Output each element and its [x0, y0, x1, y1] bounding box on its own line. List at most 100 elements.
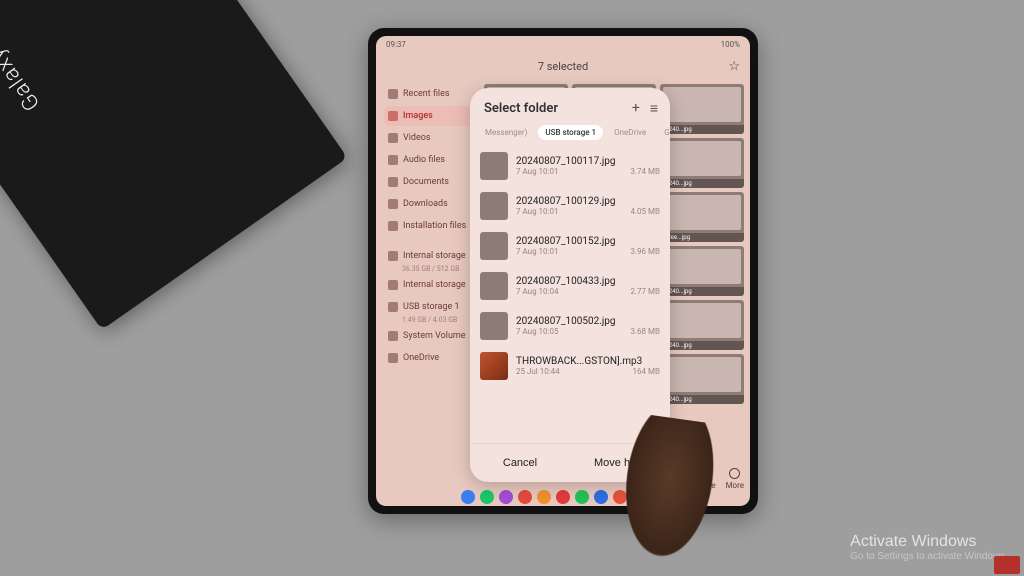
- storage-chip[interactable]: Google: [657, 125, 670, 140]
- status-bar: 09:37 100%: [376, 36, 750, 52]
- sidebar-item-label: Recent files: [403, 89, 450, 99]
- file-date: 7 Aug 10:05: [516, 327, 558, 336]
- download-icon: [388, 199, 398, 209]
- storage-chips: Messenger) USB storage 1 OneDrive Google: [470, 125, 670, 146]
- file-name: 20240807_100129.jpg: [516, 196, 660, 207]
- file-name: 20240807_100117.jpg: [516, 156, 660, 167]
- image-thumbnail[interactable]: 20240...jpg: [660, 84, 744, 134]
- file-name: 20240807_100502.jpg: [516, 316, 660, 327]
- file-name: 20240807_100433.jpg: [516, 276, 660, 287]
- sidebar-item-videos[interactable]: Videos: [384, 128, 480, 148]
- storage-label: USB storage 1: [403, 302, 460, 312]
- product-box: Galaxy Z Fold6: [0, 0, 348, 330]
- image-thumbnail[interactable]: 20240...jpg: [660, 354, 744, 404]
- sidebar-item-label: Videos: [403, 133, 431, 143]
- sidebar-item-installation-files[interactable]: Installation files: [384, 216, 480, 236]
- file-size: 3.96 MB: [630, 247, 660, 256]
- storage-label: Internal storage: [403, 251, 466, 261]
- apk-icon: [388, 221, 398, 231]
- dock-app[interactable]: [499, 490, 513, 504]
- image-thumbnail[interactable]: 20240...jpg: [660, 246, 744, 296]
- sidebar-item-label: Images: [403, 111, 433, 121]
- file-size: 3.74 MB: [630, 167, 660, 176]
- clock-icon: [388, 89, 398, 99]
- sidebar-item-documents[interactable]: Documents: [384, 172, 480, 192]
- file-name: 20240807_100152.jpg: [516, 236, 660, 247]
- file-size: 4.05 MB: [630, 207, 660, 216]
- product-box-label: Galaxy Z Fold6: [0, 0, 45, 115]
- sidebar-item-label: Audio files: [403, 155, 445, 165]
- watermark-title: Activate Windows: [850, 533, 1008, 551]
- thumbnail-caption: 20240...jpg: [660, 179, 744, 188]
- storage-label: OneDrive: [403, 353, 439, 363]
- status-time: 09:37: [386, 40, 406, 49]
- file-row[interactable]: 20240807_100129.jpg7 Aug 10:014.05 MB: [478, 186, 662, 226]
- document-icon: [388, 177, 398, 187]
- selection-header: 7 selected ☆: [376, 52, 750, 80]
- thumbnail-caption: 20240...jpg: [660, 125, 744, 134]
- storage-label: System Volume: [403, 331, 466, 341]
- dock-app[interactable]: [537, 490, 551, 504]
- cancel-button[interactable]: Cancel: [470, 444, 570, 482]
- storage-chip[interactable]: Messenger): [478, 125, 534, 140]
- thumbnail-caption: Scree...jpg: [660, 233, 744, 242]
- file-date: 25 Jul 10:44: [516, 367, 560, 376]
- file-row[interactable]: 20240807_100117.jpg7 Aug 10:013.74 MB: [478, 146, 662, 186]
- sidebar-item-label: Downloads: [403, 199, 448, 209]
- file-thumb: [480, 232, 508, 260]
- storage-item[interactable]: Internal storage: [384, 246, 480, 266]
- file-thumb: [480, 152, 508, 180]
- corner-tag: [994, 556, 1020, 574]
- image-thumbnail[interactable]: 20240...jpg: [660, 300, 744, 350]
- storage-item[interactable]: OneDrive: [384, 348, 480, 368]
- image-thumbnail[interactable]: Scree...jpg: [660, 192, 744, 242]
- dock-app[interactable]: [556, 490, 570, 504]
- favorite-icon[interactable]: ☆: [728, 59, 740, 74]
- dock-app[interactable]: [575, 490, 589, 504]
- watermark-sub: Go to Settings to activate Windows.: [850, 551, 1008, 562]
- storage-item[interactable]: USB storage 1: [384, 297, 480, 317]
- file-date: 7 Aug 10:04: [516, 287, 558, 296]
- status-battery: 100%: [721, 40, 740, 49]
- file-size: 164 MB: [633, 367, 660, 376]
- selection-count: 7 selected: [538, 60, 588, 73]
- storage-chip[interactable]: USB storage 1: [538, 125, 603, 140]
- storage-icon: [388, 331, 398, 341]
- file-thumb: [480, 192, 508, 220]
- image-thumbnail[interactable]: 20240...jpg: [660, 138, 744, 188]
- dock-app[interactable]: [461, 490, 475, 504]
- file-thumb: [480, 272, 508, 300]
- file-thumb: [480, 352, 508, 380]
- sidebar-item-images[interactable]: Images: [384, 106, 480, 126]
- storage-item[interactable]: System Volume: [384, 326, 480, 346]
- thumbnail-caption: 20240...jpg: [660, 341, 744, 350]
- audio-icon: [388, 155, 398, 165]
- file-list: 20240807_100117.jpg7 Aug 10:013.74 MB202…: [470, 146, 670, 443]
- file-row[interactable]: THROWBACK...GSTON].mp325 Jul 10:44164 MB: [478, 346, 662, 386]
- sidebar-item-downloads[interactable]: Downloads: [384, 194, 480, 214]
- sidebar-item-label: Installation files: [403, 221, 466, 231]
- sidebar-item-recent-files[interactable]: Recent files: [384, 84, 480, 104]
- file-date: 7 Aug 10:01: [516, 247, 558, 256]
- sidebar-item-audio-files[interactable]: Audio files: [384, 150, 480, 170]
- file-row[interactable]: 20240807_100152.jpg7 Aug 10:01 3.96 MB: [478, 226, 662, 266]
- add-icon[interactable]: +: [632, 100, 640, 117]
- sidebar-item-label: Documents: [403, 177, 449, 187]
- thumbnail-caption: 20240...jpg: [660, 395, 744, 404]
- menu-icon[interactable]: ≡: [650, 100, 658, 117]
- file-row[interactable]: 20240807_100433.jpg7 Aug 10:04 2.77 MB: [478, 266, 662, 306]
- file-size: 3.68 MB: [630, 327, 660, 336]
- storage-item[interactable]: Internal storage: [384, 275, 480, 295]
- finger-overlay: [587, 410, 773, 576]
- windows-watermark: Activate Windows Go to Settings to activ…: [850, 533, 1008, 562]
- dock-app[interactable]: [518, 490, 532, 504]
- storage-icon: [388, 251, 398, 261]
- file-row[interactable]: 20240807_100502.jpg7 Aug 10:05 3.68 MB: [478, 306, 662, 346]
- storage-icon: [388, 353, 398, 363]
- storage-usage: 36.35 GB / 512 GB: [402, 265, 480, 273]
- thumbnail-caption: 20240...jpg: [660, 287, 744, 296]
- storage-icon: [388, 302, 398, 312]
- file-size: 2.77 MB: [630, 287, 660, 296]
- dock-app[interactable]: [480, 490, 494, 504]
- storage-chip[interactable]: OneDrive: [607, 125, 653, 140]
